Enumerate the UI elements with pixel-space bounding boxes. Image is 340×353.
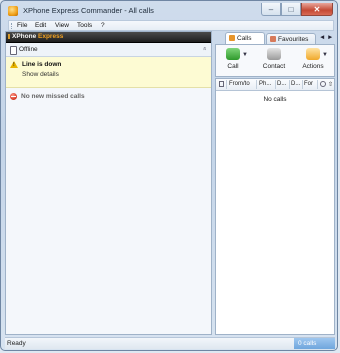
- contact-button[interactable]: Contact: [259, 47, 295, 75]
- column-chooser-icon[interactable]: [320, 81, 326, 87]
- window-title: XPhone Express Commander - All calls: [23, 6, 154, 15]
- close-button[interactable]: ✕: [301, 3, 333, 16]
- missed-calls-text: No new missed calls: [21, 93, 85, 100]
- actions-dropdown-icon[interactable]: ▼: [322, 52, 328, 58]
- tab-favourites-label: Favourites: [278, 36, 309, 43]
- call-count: 0 calls: [294, 338, 335, 349]
- column-phone[interactable]: Ph...: [259, 81, 271, 87]
- presence-status[interactable]: Offline »: [6, 43, 211, 57]
- missed-call-icon: [10, 93, 17, 100]
- column-duration[interactable]: D...: [291, 81, 300, 87]
- status-text: Offline: [19, 46, 38, 53]
- contact-icon: [267, 48, 281, 60]
- status-bar: Ready 0 calls: [5, 337, 335, 349]
- tab-calls-label: Calls: [237, 35, 252, 42]
- calls-table: From/to Ph... D... D... For ⇧ No calls: [215, 78, 335, 335]
- menu-tools[interactable]: Tools: [77, 22, 92, 29]
- menu-file[interactable]: File: [17, 22, 27, 29]
- calls-toolbar: ▼ Call Contact ▼ Actions: [215, 44, 335, 77]
- calls-icon: [229, 35, 235, 41]
- phone-icon: [226, 48, 240, 60]
- call-dropdown-icon[interactable]: ▼: [242, 52, 248, 58]
- menu-help[interactable]: ?: [101, 22, 105, 29]
- panel-grip: [8, 34, 10, 39]
- title-bar[interactable]: XPhone Express Commander - All calls – □…: [3, 3, 337, 19]
- favourites-icon: [270, 36, 276, 42]
- line-warning: ! Line is down Show details: [6, 57, 211, 88]
- call-button[interactable]: ▼ Call: [218, 47, 254, 75]
- menu-bar: File Edit View Tools ?: [8, 20, 334, 31]
- column-from-to[interactable]: From/to: [229, 81, 250, 87]
- panel-title-prefix: XPhone: [12, 33, 37, 40]
- status-text-ready: Ready: [7, 340, 26, 347]
- missed-calls[interactable]: No new missed calls: [6, 88, 211, 104]
- actions-icon: [306, 48, 320, 60]
- show-details-link[interactable]: Show details: [22, 71, 59, 78]
- panel-title: XPhone Express: [12, 33, 63, 40]
- panel-title-accent: Express: [38, 33, 64, 40]
- tab-favourites[interactable]: Favourites: [266, 33, 316, 44]
- tab-scroll-left-icon[interactable]: ◄: [319, 34, 325, 41]
- tab-scroll-right-icon[interactable]: ►: [327, 34, 333, 41]
- menu-edit[interactable]: Edit: [35, 22, 46, 29]
- empty-list-text: No calls: [263, 96, 287, 103]
- actions-button[interactable]: ▼ Actions: [298, 47, 334, 75]
- calls-panel: Calls Favourites ◄ ► ▼ Call Contact ▼ Ac…: [215, 31, 335, 335]
- direction-column-icon[interactable]: [219, 81, 224, 87]
- app-icon: [8, 6, 18, 16]
- table-header: From/to Ph... D... D... For ⇧: [216, 79, 334, 91]
- sort-up-icon[interactable]: ⇧: [328, 81, 333, 88]
- actions-label: Actions: [302, 63, 324, 70]
- collapse-icon[interactable]: »: [202, 47, 209, 51]
- panel-header: XPhone Express: [6, 32, 211, 43]
- warning-title: Line is down: [22, 61, 62, 68]
- tab-strip: Calls Favourites ◄ ►: [215, 31, 335, 44]
- call-label: Call: [227, 63, 239, 70]
- phone-status-icon: [10, 46, 17, 55]
- column-date[interactable]: D...: [277, 81, 286, 87]
- menu-view[interactable]: View: [55, 22, 69, 29]
- tab-calls[interactable]: Calls: [225, 32, 265, 44]
- maximize-button[interactable]: □: [281, 3, 301, 16]
- contact-label: Contact: [262, 63, 286, 70]
- column-forward[interactable]: For: [304, 81, 313, 87]
- xphone-panel: XPhone Express Offline » ! Line is down …: [5, 31, 212, 335]
- menu-grip: [11, 23, 15, 29]
- minimize-button[interactable]: –: [261, 3, 281, 16]
